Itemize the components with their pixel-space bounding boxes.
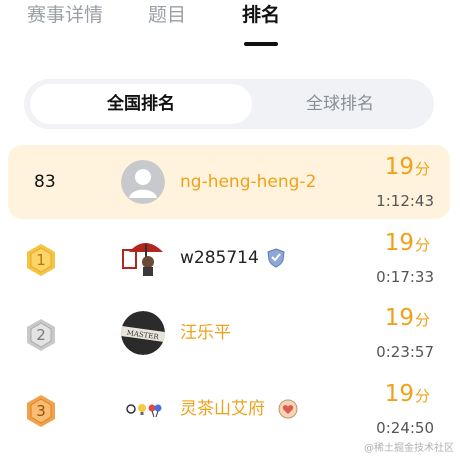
watermark: @稀土掘金技术社区 (364, 443, 454, 454)
red-umbrella-avatar (121, 236, 165, 280)
bronze-medal-icon: 3 (24, 394, 58, 428)
score: 19分 (385, 305, 430, 331)
gold-medal-icon: 1 (24, 243, 58, 277)
finish-time: 0:17:33 (376, 268, 434, 286)
medal-rank: 1 (36, 251, 46, 269)
user-name[interactable]: ng-heng-heng-2 (180, 145, 316, 219)
ranking-scope-switch: 全国排名 全球排名 (24, 79, 434, 129)
score-value: 19 (384, 154, 414, 180)
score-unit: 分 (414, 311, 430, 329)
score: 19分 (385, 381, 430, 407)
global-ranking-button[interactable]: 全球排名 (252, 84, 428, 124)
shield-badge-icon (266, 248, 286, 268)
my-rank-row[interactable]: 83 ng-heng-heng-2 19分 1:12:43 (8, 145, 450, 219)
national-ranking-button[interactable]: 全国排名 (30, 84, 252, 124)
user-name[interactable]: w285714 (180, 221, 259, 295)
active-tab-indicator (244, 42, 278, 46)
ranking-row[interactable]: 2 MASTER 汪乐平 19分 0:23:57 (8, 296, 450, 370)
user-name[interactable]: 灵茶山艾府 (180, 372, 265, 446)
score: 19分 (385, 154, 430, 180)
top-tab-bar: 赛事详情 题目 排名 (0, 0, 460, 50)
tab-contest-details[interactable]: 赛事详情 (27, 2, 103, 28)
finish-time: 0:24:50 (376, 419, 434, 437)
score-value: 19 (384, 230, 414, 256)
emoji-avatar (125, 400, 165, 418)
tab-ranking[interactable]: 排名 (242, 2, 280, 28)
finish-time: 1:12:43 (376, 192, 434, 210)
score-unit: 分 (414, 160, 430, 178)
ranking-row[interactable]: 1 w285714 19分 0:17:33 (8, 221, 450, 295)
rank-number: 83 (34, 172, 56, 192)
score-unit: 分 (414, 236, 430, 254)
finish-time: 0:23:57 (376, 343, 434, 361)
ranking-row[interactable]: 3 灵茶山艾府 19分 0:24:50 (8, 372, 450, 446)
medal-rank: 3 (36, 402, 46, 420)
score-value: 19 (384, 305, 414, 331)
silver-medal-icon: 2 (24, 318, 58, 352)
medal-rank: 2 (36, 326, 46, 344)
achievement-badge-icon (278, 399, 298, 419)
master-avatar: MASTER (121, 311, 165, 355)
user-name[interactable]: 汪乐平 (180, 296, 231, 370)
score-unit: 分 (414, 387, 430, 405)
score-value: 19 (384, 381, 414, 407)
default-avatar-icon (121, 160, 165, 204)
score: 19分 (385, 230, 430, 256)
tab-problems[interactable]: 题目 (148, 2, 186, 28)
contest-ranking-page: 赛事详情 题目 排名 全国排名 全球排名 83 ng-heng-heng-2 1… (0, 0, 460, 460)
